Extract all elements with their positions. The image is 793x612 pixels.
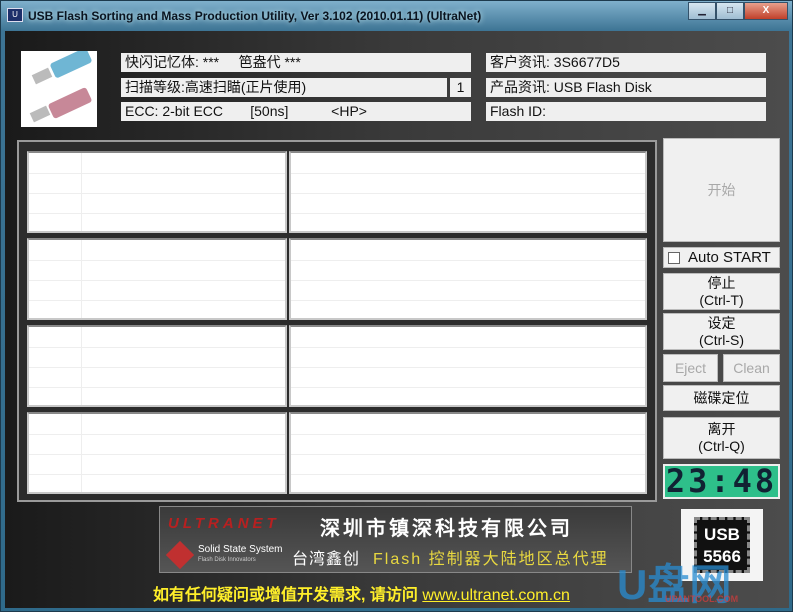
start-button[interactable]: 开始 [663, 138, 780, 242]
title-bar[interactable]: U USB Flash Sorting and Mass Production … [1, 1, 793, 31]
ultranet-logo: ULTRANET [168, 515, 280, 532]
partner-logo: Solid State System [198, 544, 283, 555]
chip-line1: USB [704, 525, 740, 544]
port-info-box [289, 238, 647, 320]
company-name: 深圳市镇深科技有限公司 [320, 518, 573, 540]
product-info-field: 产品资讯: USB Flash Disk [486, 78, 766, 97]
eject-button[interactable]: Eject [663, 354, 718, 382]
disk-locate-button[interactable]: 磁碟定位 [663, 385, 780, 411]
scan-level-field: 扫描等级:高速扫瞄(正片使用) [121, 78, 447, 97]
port-info-box [289, 151, 647, 233]
watermark-sub: UPANTOOL.COM [665, 594, 739, 604]
sss-logo-icon [165, 540, 195, 570]
ecc-field: ECC: 2-bit ECC [50ns] <HP> [121, 102, 471, 121]
client-area: 快闪记忆体: *** 笆盎代 *** 扫描等级:高速扫瞄(正片使用) 1 ECC… [5, 31, 789, 608]
port-status-box [27, 325, 287, 407]
usb-drive-image [21, 48, 97, 127]
port-row-2 [27, 238, 649, 320]
checkbox-icon[interactable] [668, 251, 680, 264]
scan-count-field: 1 [450, 78, 471, 97]
footer-message: 如有任何疑问或增值开发需求, 请访问 [153, 587, 423, 604]
flash-memory-field: 快闪记忆体: *** 笆盎代 *** [121, 53, 471, 72]
customer-info-field: 客户资讯: 3S6677D5 [486, 53, 766, 72]
company-banner: ULTRANET 深圳市镇深科技有限公司 Solid State System … [159, 506, 632, 573]
settings-label: 设定 [707, 314, 736, 331]
clock-display: 23:48 [663, 464, 780, 499]
exit-label: 离开 [707, 421, 736, 437]
settings-button[interactable]: 设定 (Ctrl-S) [663, 313, 780, 350]
exit-shortcut: (Ctrl-Q) [698, 438, 745, 454]
port-info-box [289, 412, 647, 494]
stop-label: 停止 [707, 274, 736, 291]
agent-suffix: Flash 控制器大陆地区总代理 [373, 551, 609, 568]
disk-locate-label: 磁碟定位 [693, 389, 750, 406]
minimize-button[interactable]: ▁ [688, 2, 716, 20]
agent-prefix: 台湾鑫创 [292, 551, 361, 568]
ports-panel [17, 140, 657, 502]
footer-text: 如有任何疑问或增值开发需求, 请访问 www.ultranet.com.cn [153, 581, 570, 605]
clean-label: Clean [733, 359, 770, 376]
port-row-4 [27, 412, 649, 494]
port-info-box [289, 325, 647, 407]
exit-button[interactable]: 离开 (Ctrl-Q) [663, 417, 780, 459]
auto-start-checkbox[interactable]: Auto START [663, 247, 780, 268]
partner-sub: Flash Disk Innovators [198, 557, 256, 563]
port-status-box [27, 412, 287, 494]
port-status-box [27, 238, 287, 320]
port-row-1 [27, 151, 649, 233]
maximize-button[interactable]: □ [716, 2, 744, 20]
app-icon[interactable]: U [7, 8, 23, 22]
main-window: U USB Flash Sorting and Mass Production … [0, 0, 793, 612]
port-status-box [27, 151, 287, 233]
website-link[interactable]: www.ultranet.com.cn [422, 587, 570, 604]
stop-shortcut: (Ctrl-T) [699, 291, 744, 308]
auto-start-label: Auto START [688, 249, 771, 266]
start-label: 开始 [707, 181, 736, 198]
close-button[interactable]: X [744, 2, 788, 20]
window-title: USB Flash Sorting and Mass Production Ut… [28, 9, 482, 23]
stop-button[interactable]: 停止 (Ctrl-T) [663, 273, 780, 310]
clean-button[interactable]: Clean [723, 354, 780, 382]
eject-label: Eject [674, 359, 707, 376]
flash-id-field: Flash ID: [486, 102, 766, 121]
settings-shortcut: (Ctrl-S) [698, 331, 745, 348]
port-row-3 [27, 325, 649, 407]
